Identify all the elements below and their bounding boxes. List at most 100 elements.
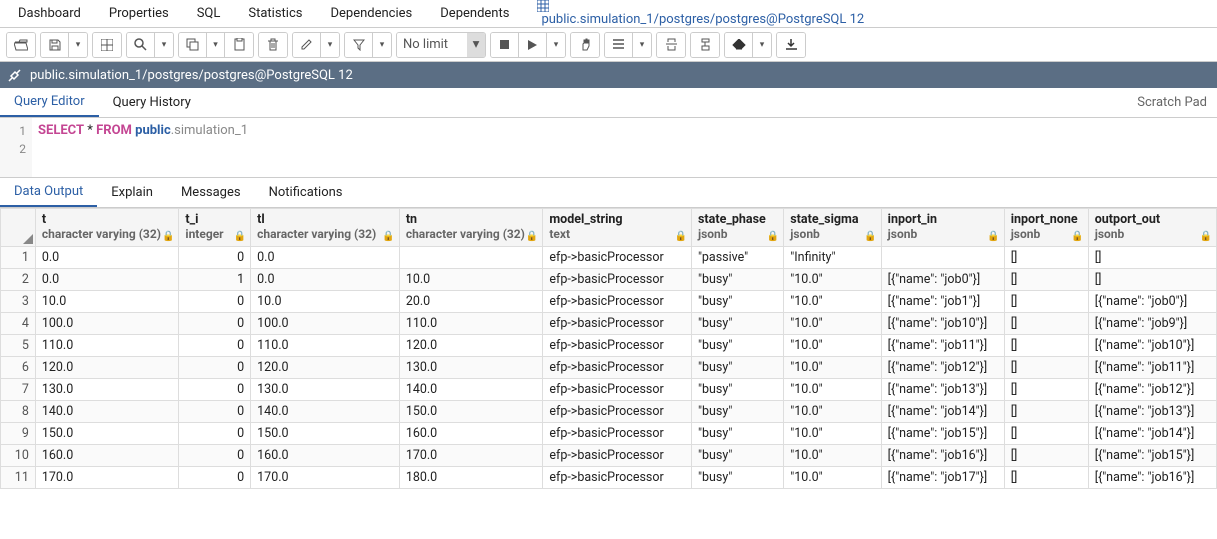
cell[interactable]: [] bbox=[1004, 313, 1088, 335]
table-row[interactable]: 8140.00140.0150.0efp->basicProcessor"bus… bbox=[1, 401, 1217, 423]
cell[interactable]: [{"name": "job0"}] bbox=[1088, 291, 1216, 313]
cell[interactable]: 0 bbox=[179, 423, 251, 445]
cell[interactable]: [{"name": "job1"}] bbox=[881, 291, 1004, 313]
cell[interactable]: [{"name": "job11"}] bbox=[881, 335, 1004, 357]
copy-button[interactable] bbox=[179, 33, 207, 57]
cell[interactable]: [] bbox=[1004, 335, 1088, 357]
cell[interactable]: 120.0 bbox=[35, 357, 179, 379]
cell[interactable]: [] bbox=[1004, 379, 1088, 401]
cell[interactable]: [] bbox=[1004, 445, 1088, 467]
row-number[interactable]: 11 bbox=[1, 467, 36, 489]
tab-query-tool[interactable]: public.simulation_1/postgres/postgres@Po… bbox=[523, 0, 878, 31]
cell[interactable]: [{"name": "job14"}] bbox=[1088, 423, 1216, 445]
column-header[interactable]: model_stringtext🔒 bbox=[543, 209, 692, 247]
cell[interactable]: 0 bbox=[179, 335, 251, 357]
cell[interactable]: 160.0 bbox=[399, 423, 543, 445]
edit-button[interactable] bbox=[293, 33, 321, 57]
cell[interactable]: 170.0 bbox=[35, 467, 179, 489]
table-row[interactable]: 10.000.0efp->basicProcessor"passive""Inf… bbox=[1, 247, 1217, 269]
cell[interactable]: [] bbox=[1004, 401, 1088, 423]
cell[interactable]: "passive" bbox=[692, 247, 784, 269]
find-button[interactable] bbox=[93, 33, 121, 57]
cell[interactable]: "busy" bbox=[692, 313, 784, 335]
cell[interactable]: "busy" bbox=[692, 467, 784, 489]
cell[interactable]: [] bbox=[1088, 269, 1216, 291]
tab-dependents[interactable]: Dependents bbox=[426, 2, 523, 25]
cell[interactable]: 170.0 bbox=[399, 445, 543, 467]
cell[interactable]: 100.0 bbox=[251, 313, 400, 335]
cell[interactable]: "Infinity" bbox=[784, 247, 881, 269]
tab-query-history[interactable]: Query History bbox=[99, 89, 205, 116]
explain-analyze-button[interactable] bbox=[605, 33, 633, 57]
cell[interactable]: "busy" bbox=[692, 401, 784, 423]
cell[interactable]: 140.0 bbox=[251, 401, 400, 423]
filter-button[interactable] bbox=[345, 33, 373, 57]
cell[interactable]: 0.0 bbox=[35, 269, 179, 291]
cell[interactable]: [{"name": "job12"}] bbox=[1088, 379, 1216, 401]
column-header[interactable]: state_phasejsonb🔒 bbox=[692, 209, 784, 247]
row-number[interactable]: 1 bbox=[1, 247, 36, 269]
cell[interactable]: 1 bbox=[179, 269, 251, 291]
table-row[interactable]: 5110.00110.0120.0efp->basicProcessor"bus… bbox=[1, 335, 1217, 357]
cell[interactable]: efp->basicProcessor bbox=[543, 269, 692, 291]
table-row[interactable]: 7130.00130.0140.0efp->basicProcessor"bus… bbox=[1, 379, 1217, 401]
cell[interactable]: [{"name": "job17"}] bbox=[881, 467, 1004, 489]
cell[interactable]: "10.0" bbox=[784, 291, 881, 313]
download-button[interactable] bbox=[777, 33, 805, 57]
cell[interactable]: 150.0 bbox=[399, 401, 543, 423]
select-all-corner[interactable] bbox=[1, 209, 36, 247]
cell[interactable]: efp->basicProcessor bbox=[543, 247, 692, 269]
cell[interactable]: 0 bbox=[179, 467, 251, 489]
column-header[interactable]: tncharacter varying (32)🔒 bbox=[399, 209, 543, 247]
cell[interactable]: 170.0 bbox=[251, 467, 400, 489]
cell[interactable]: 130.0 bbox=[399, 357, 543, 379]
cell[interactable]: "busy" bbox=[692, 291, 784, 313]
cell[interactable]: "10.0" bbox=[784, 357, 881, 379]
cell[interactable]: "busy" bbox=[692, 423, 784, 445]
cell[interactable]: 0 bbox=[179, 291, 251, 313]
row-number[interactable]: 3 bbox=[1, 291, 36, 313]
cell[interactable]: 160.0 bbox=[35, 445, 179, 467]
row-number[interactable]: 5 bbox=[1, 335, 36, 357]
cell[interactable]: 10.0 bbox=[399, 269, 543, 291]
column-header[interactable]: tcharacter varying (32)🔒 bbox=[35, 209, 179, 247]
save-dropdown[interactable]: ▾ bbox=[69, 33, 87, 57]
tab-explain[interactable]: Explain bbox=[97, 179, 167, 206]
cell[interactable]: "10.0" bbox=[784, 269, 881, 291]
cell[interactable]: 150.0 bbox=[35, 423, 179, 445]
column-header[interactable]: state_sigmajsonb🔒 bbox=[784, 209, 881, 247]
table-row[interactable]: 9150.00150.0160.0efp->basicProcessor"bus… bbox=[1, 423, 1217, 445]
cell[interactable]: efp->basicProcessor bbox=[543, 467, 692, 489]
row-number[interactable]: 2 bbox=[1, 269, 36, 291]
cell[interactable]: 20.0 bbox=[399, 291, 543, 313]
cell[interactable]: 10.0 bbox=[35, 291, 179, 313]
cell[interactable]: efp->basicProcessor bbox=[543, 401, 692, 423]
cell[interactable]: 0 bbox=[179, 379, 251, 401]
paste-button[interactable] bbox=[225, 33, 253, 57]
cell[interactable]: "busy" bbox=[692, 445, 784, 467]
cell[interactable]: [{"name": "job12"}] bbox=[881, 357, 1004, 379]
cell[interactable]: "busy" bbox=[692, 335, 784, 357]
cell[interactable]: efp->basicProcessor bbox=[543, 445, 692, 467]
rollback-button[interactable] bbox=[691, 33, 719, 57]
filter-dropdown[interactable]: ▾ bbox=[373, 33, 391, 57]
delete-button[interactable] bbox=[259, 33, 287, 57]
cell[interactable]: 110.0 bbox=[251, 335, 400, 357]
cell[interactable]: "10.0" bbox=[784, 423, 881, 445]
tab-scratch-pad[interactable]: Scratch Pad bbox=[1127, 89, 1217, 116]
tab-data-output[interactable]: Data Output bbox=[0, 178, 97, 207]
cell[interactable]: [] bbox=[1004, 291, 1088, 313]
cell[interactable]: efp->basicProcessor bbox=[543, 291, 692, 313]
explain-button[interactable] bbox=[571, 33, 599, 57]
column-header[interactable]: tlcharacter varying (32)🔒 bbox=[251, 209, 400, 247]
cell[interactable]: [{"name": "job14"}] bbox=[881, 401, 1004, 423]
stop-button[interactable] bbox=[491, 33, 519, 57]
cell[interactable]: [{"name": "job16"}] bbox=[881, 445, 1004, 467]
cell[interactable]: 150.0 bbox=[251, 423, 400, 445]
tab-query-editor[interactable]: Query Editor bbox=[0, 88, 99, 117]
cell[interactable]: [{"name": "job15"}] bbox=[881, 423, 1004, 445]
cell[interactable]: 110.0 bbox=[399, 313, 543, 335]
cell[interactable]: efp->basicProcessor bbox=[543, 335, 692, 357]
cell[interactable] bbox=[881, 247, 1004, 269]
cell[interactable] bbox=[399, 247, 543, 269]
